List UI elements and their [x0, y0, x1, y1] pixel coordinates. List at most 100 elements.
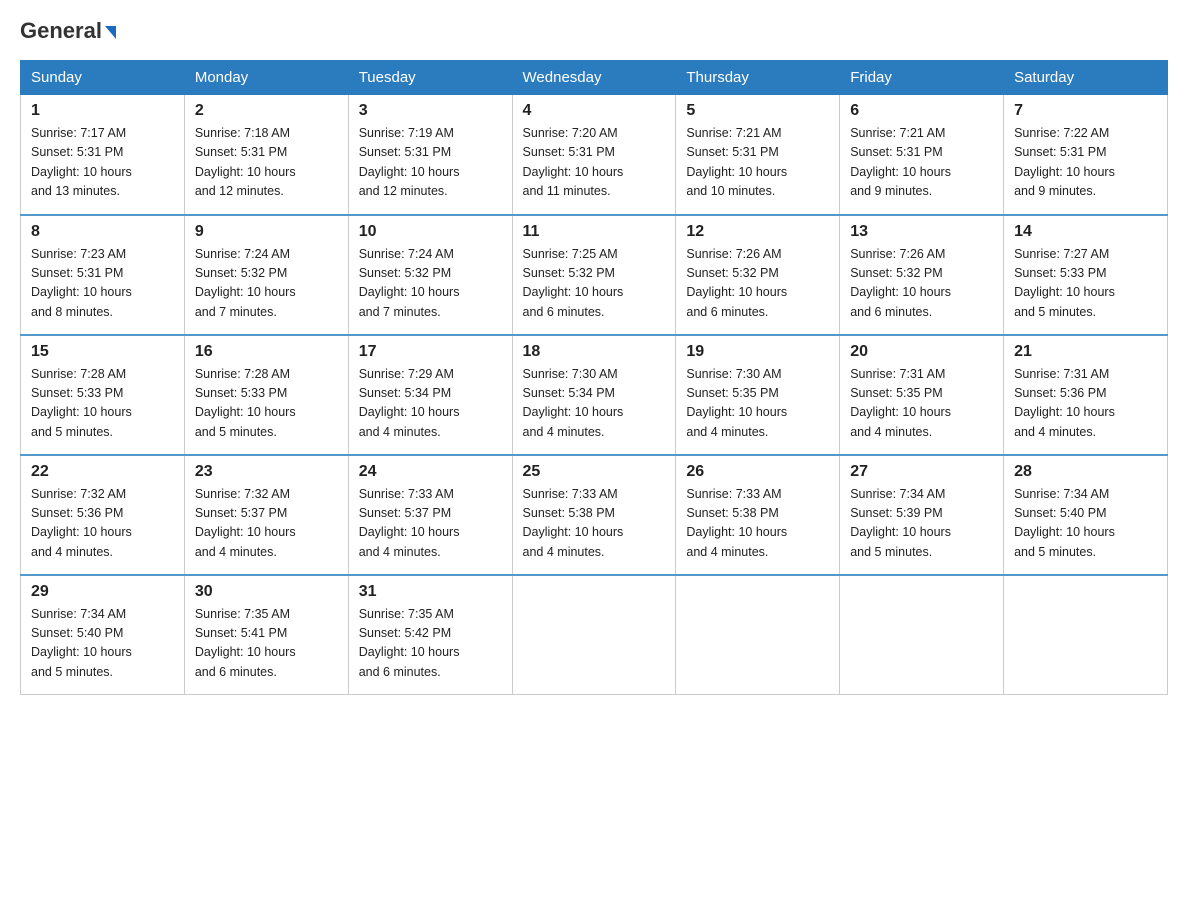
- calendar-cell: 15 Sunrise: 7:28 AMSunset: 5:33 PMDayligh…: [21, 335, 185, 455]
- weekday-header-wednesday: Wednesday: [512, 61, 676, 95]
- day-info: Sunrise: 7:27 AMSunset: 5:33 PMDaylight:…: [1014, 245, 1157, 323]
- day-info: Sunrise: 7:34 AMSunset: 5:39 PMDaylight:…: [850, 485, 993, 563]
- day-number: 12: [686, 223, 829, 241]
- day-info: Sunrise: 7:26 AMSunset: 5:32 PMDaylight:…: [850, 245, 993, 323]
- day-number: 20: [850, 343, 993, 361]
- day-number: 5: [686, 102, 829, 120]
- day-info: Sunrise: 7:31 AMSunset: 5:36 PMDaylight:…: [1014, 365, 1157, 443]
- calendar-cell: 3 Sunrise: 7:19 AMSunset: 5:31 PMDaylight…: [348, 95, 512, 215]
- weekday-header-tuesday: Tuesday: [348, 61, 512, 95]
- day-number: 1: [31, 102, 174, 120]
- calendar-cell: [512, 575, 676, 695]
- calendar-cell: 23 Sunrise: 7:32 AMSunset: 5:37 PMDayligh…: [184, 455, 348, 575]
- day-info: Sunrise: 7:35 AMSunset: 5:42 PMDaylight:…: [359, 605, 502, 683]
- calendar-cell: [1004, 575, 1168, 695]
- day-info: Sunrise: 7:28 AMSunset: 5:33 PMDaylight:…: [31, 365, 174, 443]
- calendar-cell: 7 Sunrise: 7:22 AMSunset: 5:31 PMDaylight…: [1004, 95, 1168, 215]
- day-info: Sunrise: 7:23 AMSunset: 5:31 PMDaylight:…: [31, 245, 174, 323]
- day-number: 9: [195, 223, 338, 241]
- calendar-cell: 2 Sunrise: 7:18 AMSunset: 5:31 PMDaylight…: [184, 95, 348, 215]
- day-number: 2: [195, 102, 338, 120]
- day-info: Sunrise: 7:22 AMSunset: 5:31 PMDaylight:…: [1014, 124, 1157, 202]
- calendar-cell: 5Sunrise: 7:21 AMSunset: 5:31 PMDaylight…: [676, 95, 840, 215]
- day-number: 28: [1014, 463, 1157, 481]
- day-number: 27: [850, 463, 993, 481]
- day-number: 23: [195, 463, 338, 481]
- day-number: 13: [850, 223, 993, 241]
- day-info: Sunrise: 7:31 AMSunset: 5:35 PMDaylight:…: [850, 365, 993, 443]
- day-number: 24: [359, 463, 502, 481]
- calendar-cell: 22 Sunrise: 7:32 AMSunset: 5:36 PMDayligh…: [21, 455, 185, 575]
- day-number: 3: [359, 102, 502, 120]
- day-info: Sunrise: 7:30 AMSunset: 5:35 PMDaylight:…: [686, 365, 829, 443]
- calendar-table: SundayMondayTuesdayWednesdayThursdayFrid…: [20, 60, 1168, 695]
- day-number: 10: [359, 223, 502, 241]
- weekday-header-monday: Monday: [184, 61, 348, 95]
- calendar-cell: 16 Sunrise: 7:28 AMSunset: 5:33 PMDayligh…: [184, 335, 348, 455]
- day-info: Sunrise: 7:34 AMSunset: 5:40 PMDaylight:…: [1014, 485, 1157, 563]
- day-info: Sunrise: 7:19 AMSunset: 5:31 PMDaylight:…: [359, 124, 502, 202]
- calendar-cell: 30 Sunrise: 7:35 AMSunset: 5:41 PMDayligh…: [184, 575, 348, 695]
- day-number: 30: [195, 583, 338, 601]
- day-info: Sunrise: 7:33 AMSunset: 5:38 PMDaylight:…: [686, 485, 829, 563]
- day-number: 17: [359, 343, 502, 361]
- day-number: 18: [523, 343, 666, 361]
- day-number: 16: [195, 343, 338, 361]
- day-number: 4: [523, 102, 666, 120]
- day-info: Sunrise: 7:24 AMSunset: 5:32 PMDaylight:…: [359, 245, 502, 323]
- day-info: Sunrise: 7:32 AMSunset: 5:36 PMDaylight:…: [31, 485, 174, 563]
- day-number: 31: [359, 583, 502, 601]
- calendar-cell: 12 Sunrise: 7:26 AMSunset: 5:32 PMDayligh…: [676, 215, 840, 335]
- calendar-cell: 29 Sunrise: 7:34 AMSunset: 5:40 PMDayligh…: [21, 575, 185, 695]
- day-number: 7: [1014, 102, 1157, 120]
- day-number: 11: [523, 223, 666, 241]
- day-number: 14: [1014, 223, 1157, 241]
- day-number: 25: [523, 463, 666, 481]
- day-info: Sunrise: 7:28 AMSunset: 5:33 PMDaylight:…: [195, 365, 338, 443]
- day-info: Sunrise: 7:26 AMSunset: 5:32 PMDaylight:…: [686, 245, 829, 323]
- day-info: Sunrise: 7:33 AMSunset: 5:38 PMDaylight:…: [523, 485, 666, 563]
- calendar-cell: [676, 575, 840, 695]
- weekday-header-thursday: Thursday: [676, 61, 840, 95]
- calendar-cell: 26 Sunrise: 7:33 AMSunset: 5:38 PMDayligh…: [676, 455, 840, 575]
- calendar-week-row: 8 Sunrise: 7:23 AMSunset: 5:31 PMDaylight…: [21, 215, 1168, 335]
- day-number: 29: [31, 583, 174, 601]
- day-info: Sunrise: 7:30 AMSunset: 5:34 PMDaylight:…: [523, 365, 666, 443]
- day-number: 26: [686, 463, 829, 481]
- day-number: 8: [31, 223, 174, 241]
- day-info: Sunrise: 7:21 AMSunset: 5:31 PMDaylight:…: [850, 124, 993, 202]
- calendar-cell: 13 Sunrise: 7:26 AMSunset: 5:32 PMDayligh…: [840, 215, 1004, 335]
- day-info: Sunrise: 7:33 AMSunset: 5:37 PMDaylight:…: [359, 485, 502, 563]
- day-number: 21: [1014, 343, 1157, 361]
- day-number: 15: [31, 343, 174, 361]
- weekday-header-row: SundayMondayTuesdayWednesdayThursdayFrid…: [21, 61, 1168, 95]
- day-info: Sunrise: 7:18 AMSunset: 5:31 PMDaylight:…: [195, 124, 338, 202]
- logo-text: General: [20, 20, 116, 42]
- day-info: Sunrise: 7:29 AMSunset: 5:34 PMDaylight:…: [359, 365, 502, 443]
- day-info: Sunrise: 7:24 AMSunset: 5:32 PMDaylight:…: [195, 245, 338, 323]
- calendar-cell: 21 Sunrise: 7:31 AMSunset: 5:36 PMDayligh…: [1004, 335, 1168, 455]
- calendar-week-row: 22 Sunrise: 7:32 AMSunset: 5:36 PMDayligh…: [21, 455, 1168, 575]
- calendar-cell: 18 Sunrise: 7:30 AMSunset: 5:34 PMDayligh…: [512, 335, 676, 455]
- weekday-header-sunday: Sunday: [21, 61, 185, 95]
- weekday-header-saturday: Saturday: [1004, 61, 1168, 95]
- day-info: Sunrise: 7:25 AMSunset: 5:32 PMDaylight:…: [523, 245, 666, 323]
- calendar-cell: 6 Sunrise: 7:21 AMSunset: 5:31 PMDaylight…: [840, 95, 1004, 215]
- calendar-cell: [840, 575, 1004, 695]
- page-header: General: [20, 20, 1168, 42]
- calendar-cell: 14 Sunrise: 7:27 AMSunset: 5:33 PMDayligh…: [1004, 215, 1168, 335]
- day-info: Sunrise: 7:34 AMSunset: 5:40 PMDaylight:…: [31, 605, 174, 683]
- calendar-week-row: 1 Sunrise: 7:17 AMSunset: 5:31 PMDaylight…: [21, 95, 1168, 215]
- calendar-cell: 19Sunrise: 7:30 AMSunset: 5:35 PMDayligh…: [676, 335, 840, 455]
- calendar-cell: 28 Sunrise: 7:34 AMSunset: 5:40 PMDayligh…: [1004, 455, 1168, 575]
- calendar-cell: 10 Sunrise: 7:24 AMSunset: 5:32 PMDayligh…: [348, 215, 512, 335]
- calendar-cell: 17 Sunrise: 7:29 AMSunset: 5:34 PMDayligh…: [348, 335, 512, 455]
- day-info: Sunrise: 7:17 AMSunset: 5:31 PMDaylight:…: [31, 124, 174, 202]
- logo: General: [20, 20, 116, 42]
- calendar-cell: 1 Sunrise: 7:17 AMSunset: 5:31 PMDaylight…: [21, 95, 185, 215]
- day-info: Sunrise: 7:35 AMSunset: 5:41 PMDaylight:…: [195, 605, 338, 683]
- day-number: 22: [31, 463, 174, 481]
- day-number: 6: [850, 102, 993, 120]
- weekday-header-friday: Friday: [840, 61, 1004, 95]
- day-info: Sunrise: 7:32 AMSunset: 5:37 PMDaylight:…: [195, 485, 338, 563]
